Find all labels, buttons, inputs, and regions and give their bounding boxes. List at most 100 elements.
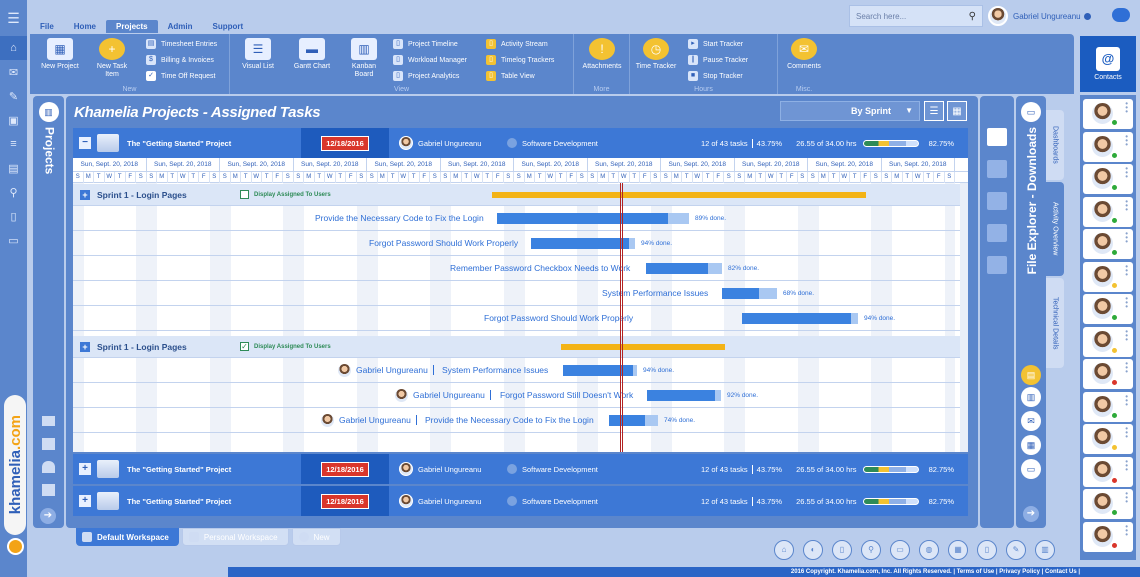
table-view-button[interactable]: ▯ Table View <box>486 69 535 83</box>
contact-item[interactable]: • • • <box>1083 424 1133 454</box>
user-dropdown-icon[interactable] <box>1083 12 1091 20</box>
search-icon[interactable]: ⚲ <box>969 11 976 22</box>
assigned-users-checkbox[interactable]: ✓ <box>240 342 249 351</box>
project-row[interactable]: + The "Getting Started" Project 12/18/2016… <box>73 486 968 516</box>
start-tracker-button[interactable]: ▸ Start Tracker <box>688 37 743 51</box>
tab-personal-workspace[interactable]: Personal Workspace <box>181 528 289 546</box>
globe-icon[interactable]: ◍ <box>919 540 939 560</box>
document-icon[interactable]: ▯ <box>832 540 852 560</box>
file-explorer-icon[interactable]: ▭ <box>1021 102 1041 122</box>
chat-icon[interactable] <box>1112 8 1130 22</box>
more-options-icon[interactable]: • • • <box>1125 230 1128 246</box>
more-options-icon[interactable]: • • • <box>1125 262 1128 278</box>
timesheet-entries-button[interactable]: ▤ Timesheet Entries <box>146 37 217 51</box>
task-name[interactable]: Remember Password Checkbox Needs to Work <box>450 263 630 273</box>
list-icon[interactable]: ≡ <box>0 132 27 156</box>
location-icon[interactable]: ⚲ <box>0 180 27 204</box>
group-by-select[interactable]: By Sprint ▼ <box>780 101 920 121</box>
tools-icon[interactable] <box>42 484 55 496</box>
task-row[interactable]: Provide the Necessary Code to Fix the Lo… <box>73 206 968 231</box>
more-options-icon[interactable]: • • • <box>1125 457 1128 473</box>
project-timeline-button[interactable]: ▯ Project Timeline <box>393 37 458 51</box>
projects-icon[interactable]: ▥ <box>38 102 59 122</box>
task-bar[interactable] <box>647 390 721 401</box>
task-bar[interactable] <box>722 288 777 299</box>
contact-item[interactable]: • • • <box>1083 229 1133 259</box>
sprint-row[interactable]: + Sprint 1 - Login Pages ✓ Display Assigned… <box>73 336 968 358</box>
building-icon[interactable]: ▤ <box>0 156 27 180</box>
hierarchy-icon[interactable] <box>987 160 1007 178</box>
clipboard-icon[interactable] <box>987 192 1007 210</box>
more-options-icon[interactable]: • • • <box>1125 490 1128 506</box>
assigned-users-checkbox[interactable] <box>240 190 249 199</box>
contact-item[interactable]: • • • <box>1083 521 1133 552</box>
edit-icon[interactable]: ✎ <box>1006 540 1026 560</box>
contact-item[interactable]: • • • <box>1083 196 1133 227</box>
tab-admin[interactable]: Admin <box>158 20 203 33</box>
pause-tracker-button[interactable]: ∥ Pause Tracker <box>688 53 748 67</box>
timelog-trackers-button[interactable]: ▯ Timelog Trackers <box>486 53 554 67</box>
more-options-icon[interactable]: • • • <box>1125 197 1128 213</box>
task-row[interactable]: Remember Password Checkbox Needs to Work… <box>73 256 968 281</box>
task-row[interactable]: Forgot Password Should Work Properly 94% … <box>73 306 968 331</box>
time-tracker-button[interactable]: ◷ Time Tracker <box>634 38 678 71</box>
expand-toggle[interactable]: − <box>79 137 91 149</box>
more-options-icon[interactable]: • • • <box>1125 360 1128 376</box>
chat-icon[interactable]: ✉ <box>1021 411 1041 431</box>
dashboard-icon[interactable] <box>987 128 1007 146</box>
stop-tracker-button[interactable]: ■ Stop Tracker <box>688 69 743 83</box>
arrow-right-icon[interactable]: ➔ <box>1023 506 1039 522</box>
time-off-request-button[interactable]: ✓ Time Off Request <box>146 69 215 83</box>
users-icon[interactable] <box>42 461 55 473</box>
project-owner[interactable]: Gabriel Ungureanu <box>399 462 507 476</box>
contact-item[interactable]: • • • <box>1083 164 1133 194</box>
project-row[interactable]: − The "Getting Started" Project 12/18/2016… <box>73 128 968 158</box>
task-name[interactable]: Forgot Password Still Doesn't Work <box>500 390 633 400</box>
arrow-right-icon[interactable]: ➔ <box>40 508 56 524</box>
billing-invoices-button[interactable]: $ Billing & Invoices <box>146 53 214 67</box>
power-icon[interactable] <box>7 538 24 555</box>
keyboard-icon[interactable]: ▭ <box>890 540 910 560</box>
project-owner[interactable]: Gabriel Ungureanu <box>399 136 507 150</box>
task-row[interactable]: System Performance Issues 68% done. <box>73 281 968 306</box>
expand-toggle[interactable]: + <box>80 189 90 200</box>
contact-item[interactable]: • • • <box>1083 359 1133 389</box>
zoom-icon[interactable]: ⚲ <box>861 540 881 560</box>
contacts-button[interactable]: @ Contacts <box>1080 36 1136 92</box>
edit-icon[interactable]: ✎ <box>0 84 27 108</box>
tab-file[interactable]: File <box>30 20 64 33</box>
gantt-scrollbar[interactable] <box>960 183 968 452</box>
expand-toggle[interactable]: + <box>79 463 91 475</box>
list-view-button[interactable]: ☰ <box>924 101 944 121</box>
tab-activity-overview[interactable]: Activity Overview <box>1046 182 1064 276</box>
more-options-icon[interactable]: • • • <box>1125 295 1128 311</box>
tab-home[interactable]: Home <box>64 20 106 33</box>
calculator-icon[interactable]: ▦ <box>948 540 968 560</box>
task-bar[interactable] <box>563 365 637 376</box>
assignee-name[interactable]: Gabriel Ungureanu <box>339 415 417 425</box>
trash-icon[interactable]: ▥ <box>1035 540 1055 560</box>
more-options-icon[interactable]: • • • <box>1125 425 1128 441</box>
more-options-icon[interactable]: • • • <box>1125 522 1128 538</box>
contact-item[interactable]: • • • <box>1083 261 1133 292</box>
task-name[interactable]: Provide the Necessary Code to Fix the Lo… <box>315 213 484 223</box>
more-options-icon[interactable]: • • • <box>1125 392 1128 408</box>
task-name[interactable]: System Performance Issues <box>442 365 548 375</box>
contact-item[interactable]: • • • <box>1083 489 1133 519</box>
assignee-name[interactable]: Gabriel Ungureanu <box>413 390 491 400</box>
note-icon[interactable]: ▤ <box>1021 365 1041 385</box>
assignee-name[interactable]: Gabriel Ungureanu <box>356 365 434 375</box>
more-options-icon[interactable]: • • • <box>1125 100 1128 116</box>
chart-icon[interactable]: ▥ <box>1021 387 1041 407</box>
tab-new-workspace[interactable]: New <box>291 528 341 546</box>
mail-icon[interactable]: ✉ <box>0 60 27 84</box>
activity-stream-button[interactable]: ▯ Activity Stream <box>486 37 548 51</box>
project-row[interactable]: + The "Getting Started" Project 12/18/2016… <box>73 454 968 484</box>
task-row[interactable]: Gabriel Ungureanu System Performance Issu… <box>73 358 968 383</box>
more-options-icon[interactable]: • • • <box>1125 132 1128 148</box>
file-icon[interactable]: ▯ <box>977 540 997 560</box>
task-row[interactable]: Gabriel Ungureanu Provide the Necessary C… <box>73 408 968 433</box>
home-icon[interactable]: ⌂ <box>0 36 27 60</box>
expand-toggle[interactable]: + <box>79 495 91 507</box>
contact-item[interactable]: • • • <box>1083 99 1133 129</box>
